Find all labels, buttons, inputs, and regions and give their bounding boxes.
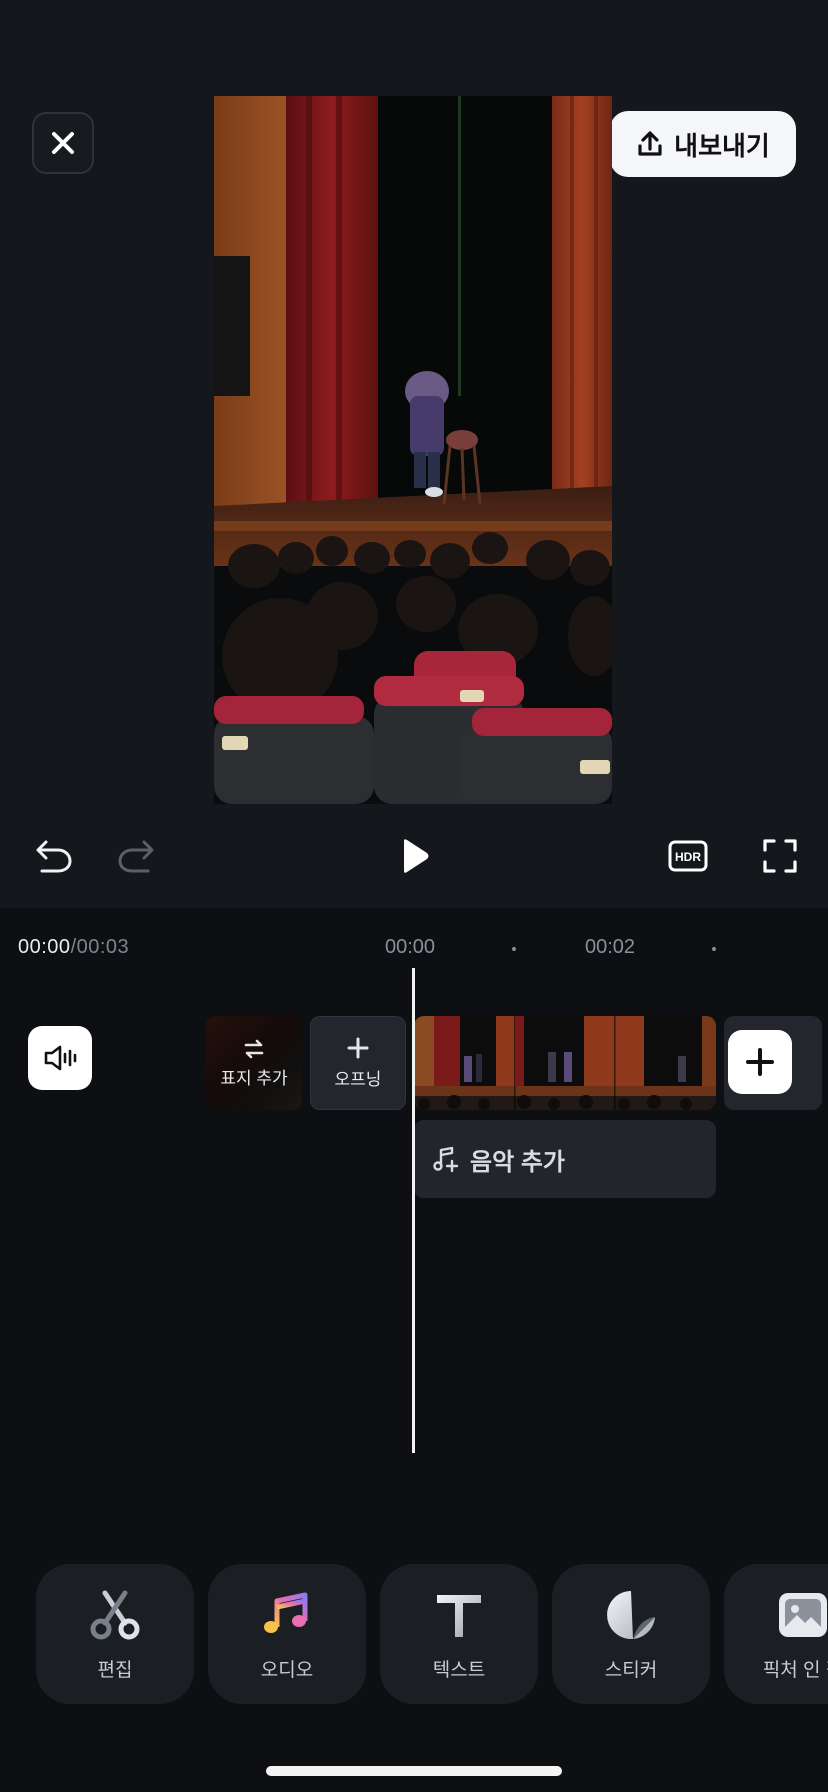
add-clip-button[interactable] <box>728 1030 792 1094</box>
timeline[interactable]: 00:00/00:03 00:00 00:02 표지 추가 오프닝 음악 추가 <box>0 908 828 1548</box>
ruler-label: 00:02 <box>585 936 636 958</box>
upload-icon <box>638 131 662 156</box>
tool-text[interactable]: 텍스트 <box>380 1564 538 1704</box>
ruler-tick <box>712 947 716 951</box>
tool-audio[interactable]: 오디오 <box>208 1564 366 1704</box>
undo-button[interactable] <box>30 832 78 880</box>
tool-label: 스티커 <box>604 1659 658 1681</box>
text-icon <box>431 1587 487 1643</box>
tool-label: 편집 <box>97 1659 133 1681</box>
speaker-icon <box>44 1045 77 1071</box>
add-clip-area <box>724 1016 822 1110</box>
video-preview[interactable] <box>214 96 612 804</box>
music-note-icon <box>259 1587 315 1643</box>
video-preview-image <box>214 96 612 804</box>
tool-label: 픽처 인 픽 <box>762 1659 828 1681</box>
tool-picture-in-picture[interactable]: 픽처 인 픽 <box>724 1564 828 1704</box>
hdr-icon: HDR <box>668 840 708 872</box>
total-time: /00:03 <box>70 936 130 958</box>
preview-area: 내보내기 HDR <box>0 0 828 908</box>
add-opening-label: 오프닝 <box>334 1069 382 1089</box>
ruler-tick <box>512 947 516 951</box>
hdr-button[interactable]: HDR <box>664 832 712 880</box>
home-indicator[interactable] <box>266 1766 562 1776</box>
video-editor-screen: 내보내기 HDR 00:00/00:03 00:00 00:02 표지 추가 오… <box>0 0 828 1792</box>
mute-button[interactable] <box>28 1026 92 1090</box>
add-cover-label: 표지 추가 <box>220 1068 288 1088</box>
playback-controls: HDR <box>0 820 828 890</box>
redo-icon <box>118 840 154 873</box>
video-clip-thumbnails <box>414 1016 716 1110</box>
tool-label: 오디오 <box>260 1659 314 1681</box>
video-clip[interactable] <box>414 1016 716 1110</box>
swap-icon <box>244 1039 264 1058</box>
music-add-icon <box>433 1146 459 1173</box>
current-time: 00:00 <box>18 936 71 958</box>
ruler-label: 00:00 <box>385 936 436 958</box>
export-button[interactable]: 내보내기 <box>610 111 796 177</box>
tool-sticker[interactable]: 스티커 <box>552 1564 710 1704</box>
tool-edit[interactable]: 편집 <box>36 1564 194 1704</box>
fullscreen-button[interactable] <box>756 832 804 880</box>
play-button[interactable] <box>390 832 438 880</box>
play-icon <box>404 839 429 873</box>
add-opening-button[interactable]: 오프닝 <box>310 1016 406 1110</box>
hdr-label: HDR <box>675 850 701 864</box>
fullscreen-icon <box>763 839 797 873</box>
add-music-label: 음악 추가 <box>470 1148 565 1176</box>
undo-icon <box>36 840 72 873</box>
export-label: 내보내기 <box>674 130 770 161</box>
plus-icon <box>746 1048 774 1076</box>
scissors-icon <box>87 1587 143 1643</box>
playhead[interactable] <box>412 968 415 1453</box>
sticker-icon <box>603 1587 659 1643</box>
close-button[interactable] <box>32 112 94 174</box>
add-cover-button[interactable]: 표지 추가 <box>206 1016 302 1110</box>
plus-icon <box>347 1037 369 1058</box>
add-music-button[interactable]: 음악 추가 <box>414 1120 716 1198</box>
picture-icon <box>775 1587 828 1643</box>
tool-label: 텍스트 <box>432 1659 486 1681</box>
time-display: 00:00/00:03 <box>18 936 129 959</box>
close-icon <box>52 132 74 154</box>
bottom-toolbar: 편집 오디오 텍스트 스티커 픽처 인 <box>0 1548 828 1792</box>
redo-button[interactable] <box>112 832 160 880</box>
